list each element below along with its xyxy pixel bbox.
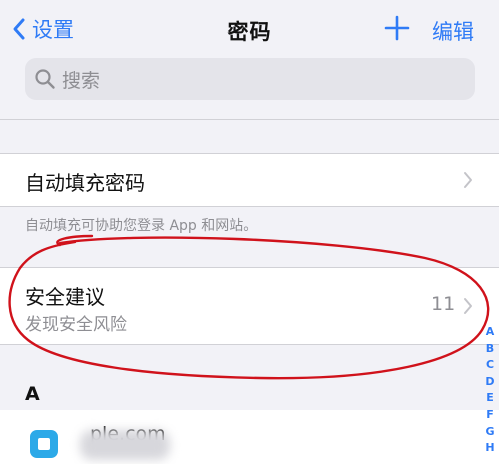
index-letter[interactable]: B [486,341,494,358]
index-letter[interactable]: E [486,390,494,407]
security-count-badge: 11 [431,293,456,315]
search-placeholder: 搜索 [62,69,101,92]
website-icon [30,430,58,458]
navigation-bar: 设置 密码 编辑 [0,0,499,56]
chevron-right-icon [464,172,472,188]
autofill-footer-note: 自动填充可协助您登录 App 和网站。 [25,218,258,234]
search-icon [35,69,55,89]
security-recommendations-row[interactable]: 安全建议 发现安全风险 11 [0,268,499,344]
index-letter[interactable]: D [485,374,494,391]
autofill-passwords-row[interactable]: 自动填充密码 [0,154,499,206]
index-letter[interactable]: A [486,324,495,341]
plus-icon[interactable] [383,14,411,42]
page-title: 密码 [227,20,272,44]
divider [0,344,499,345]
search-field[interactable]: 搜索 [25,58,475,100]
index-letter[interactable]: H [485,440,494,457]
password-list-item[interactable]: ple.com [0,410,499,464]
redaction-blur [80,430,170,460]
section-index-bar[interactable]: A B C D E F G H [481,324,499,457]
divider [0,206,499,207]
chevron-right-icon [464,298,472,314]
autofill-label: 自动填充密码 [25,171,145,195]
security-subtitle: 发现安全风险 [25,315,127,335]
section-header-a: A [25,383,40,405]
index-letter[interactable]: C [486,357,494,374]
edit-button[interactable]: 编辑 [432,16,474,46]
divider [0,119,499,120]
security-title: 安全建议 [25,285,105,309]
index-letter[interactable]: G [485,424,494,441]
index-letter[interactable]: F [486,407,494,424]
